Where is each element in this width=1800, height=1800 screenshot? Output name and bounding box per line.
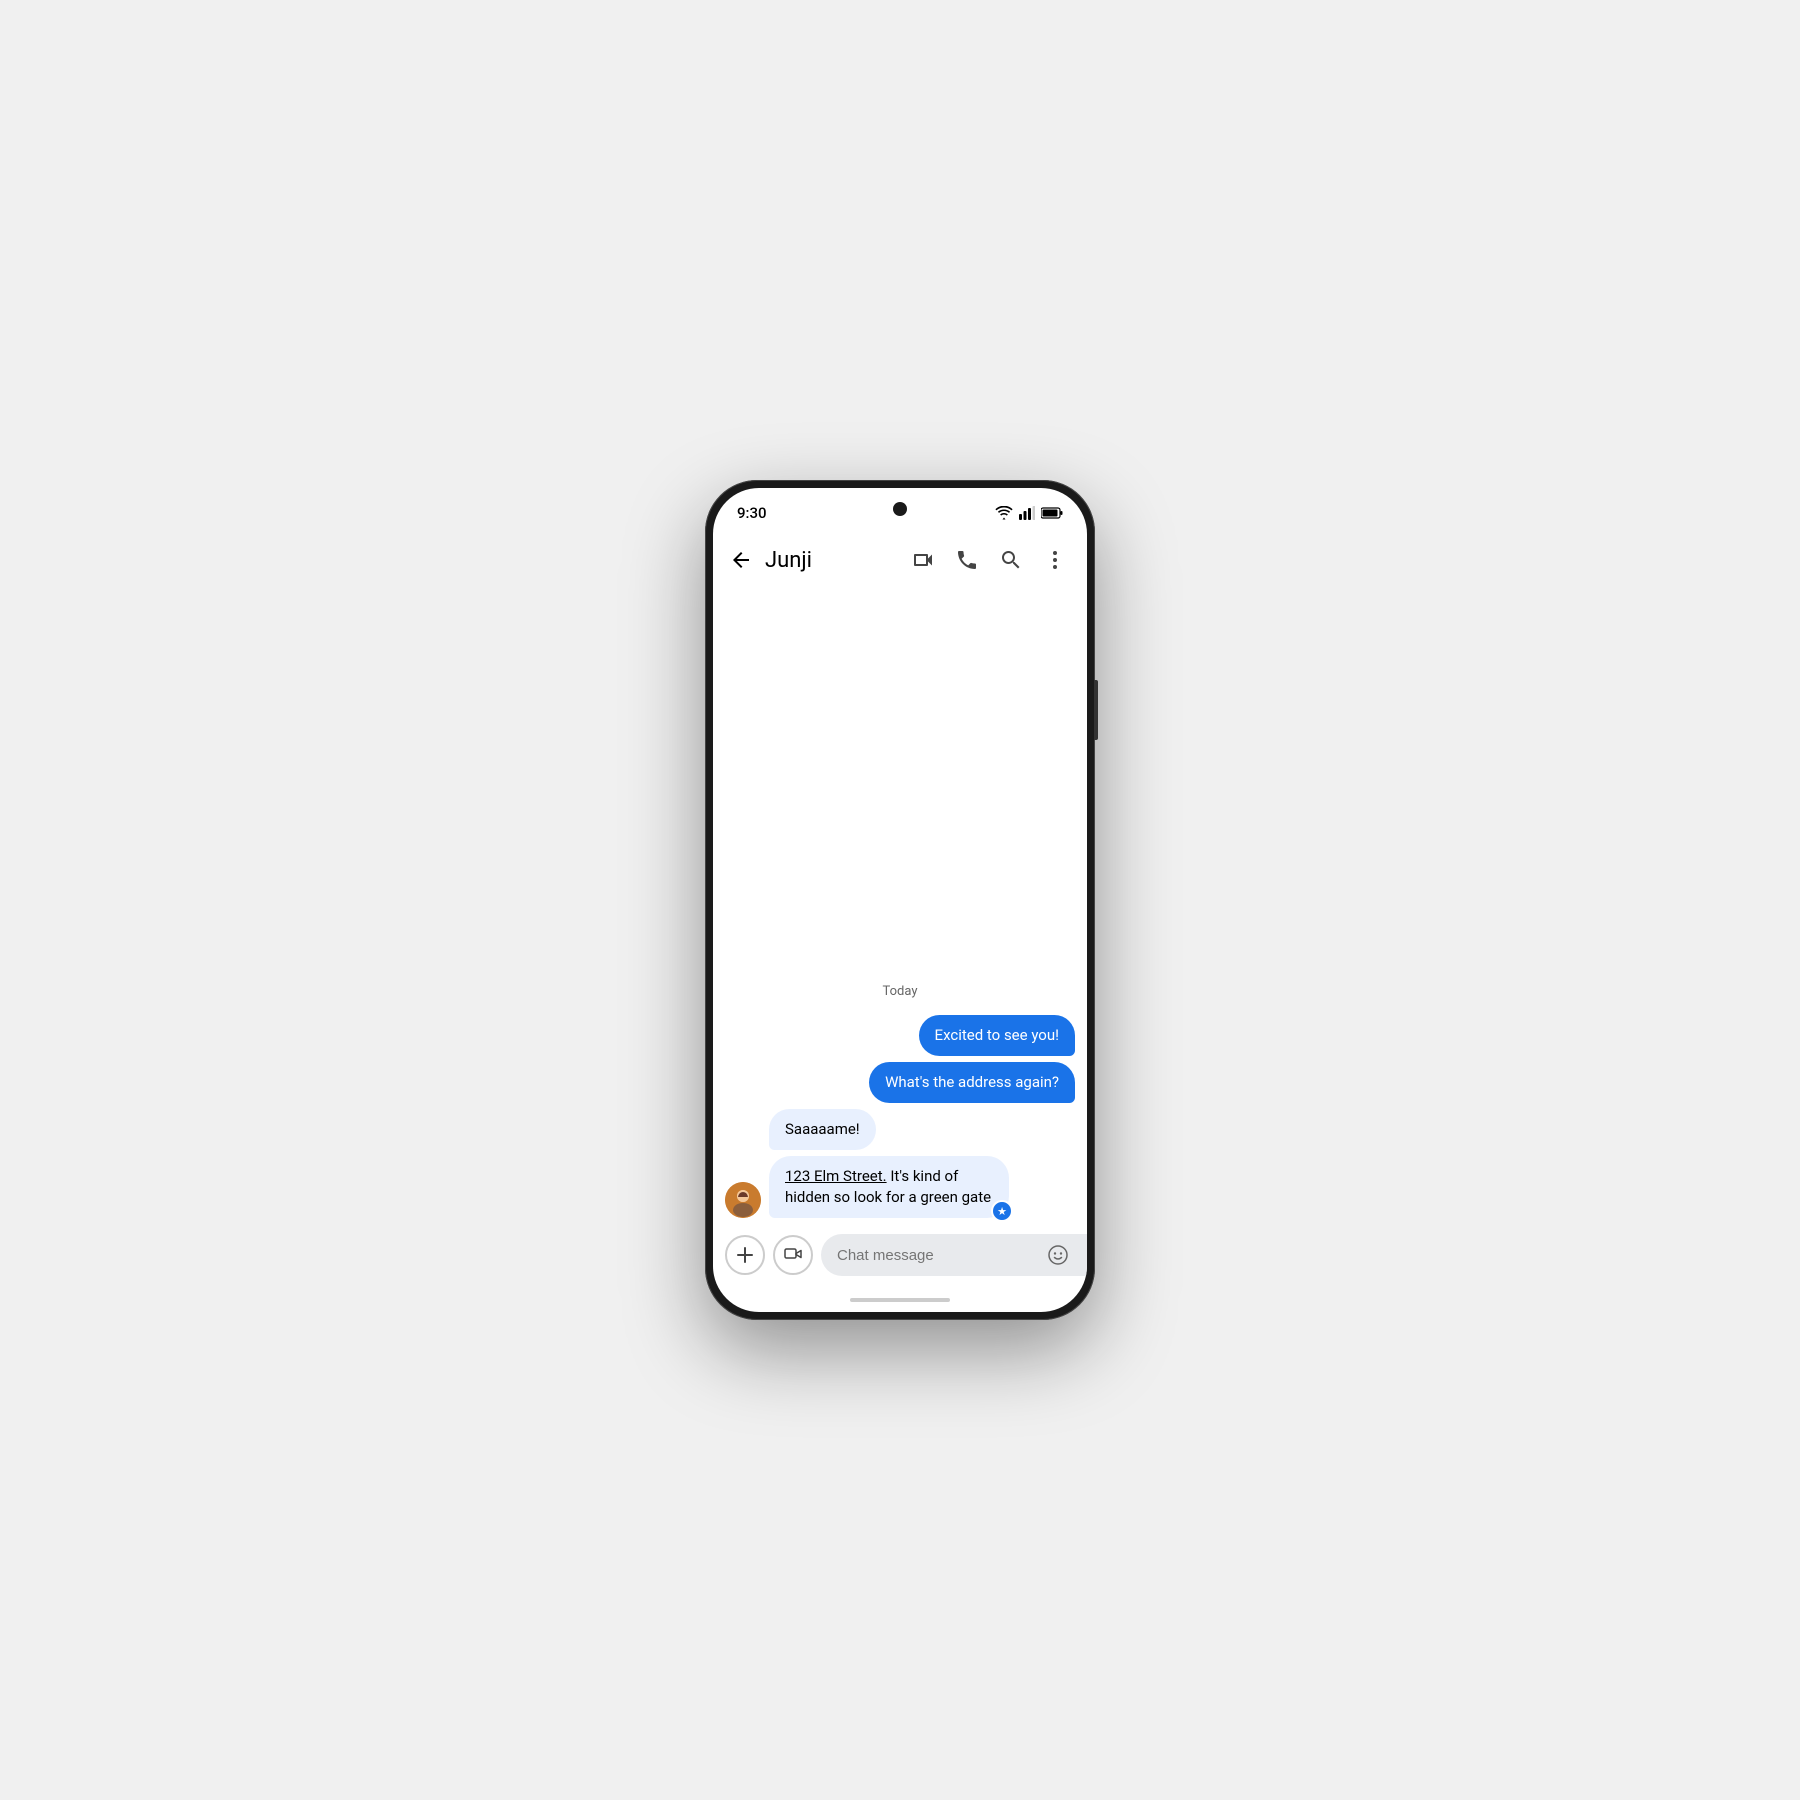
phone-screen: 9:30 — [713, 488, 1087, 1312]
message-address: 123 Elm Street. — [785, 1167, 887, 1185]
phone-call-button[interactable] — [947, 540, 987, 580]
media-icon — [783, 1245, 803, 1265]
search-icon — [999, 548, 1023, 572]
emoji-button[interactable] — [1040, 1237, 1076, 1273]
input-bar — [713, 1226, 1087, 1292]
media-button[interactable] — [773, 1235, 813, 1275]
wifi-icon — [995, 506, 1013, 520]
message-input[interactable] — [837, 1247, 1036, 1264]
add-button[interactable] — [725, 1235, 765, 1275]
avatar — [725, 1182, 761, 1218]
power-button — [1094, 680, 1098, 740]
message-row: What's the address again? — [725, 1062, 1075, 1103]
message-row: 123 Elm Street. It's kind of hidden so l… — [725, 1156, 1075, 1218]
message-bubble[interactable]: What's the address again? — [869, 1062, 1075, 1103]
home-bar — [850, 1298, 950, 1302]
messages-list: Excited to see you! What's the address a… — [725, 1015, 1075, 1226]
back-icon — [729, 548, 753, 572]
more-icon — [1043, 548, 1067, 572]
video-icon — [911, 548, 935, 572]
message-input-wrapper — [821, 1234, 1087, 1276]
phone-device: 9:30 — [705, 480, 1095, 1320]
message-bubble[interactable]: 123 Elm Street. It's kind of hidden so l… — [769, 1156, 1009, 1218]
home-indicator — [713, 1292, 1087, 1312]
message-text: Excited to see you! — [935, 1026, 1059, 1044]
avatar-image — [725, 1182, 761, 1218]
emoji-icon — [1047, 1244, 1069, 1266]
phone-icon — [955, 548, 979, 572]
message-row: Excited to see you! — [725, 1015, 1075, 1056]
status-icons — [995, 506, 1063, 520]
signal-icon — [1019, 506, 1035, 520]
message-text: Saaaaame! — [785, 1120, 860, 1138]
battery-icon — [1041, 507, 1063, 519]
back-button[interactable] — [721, 540, 761, 580]
message-bubble[interactable]: Saaaaame! — [769, 1109, 876, 1150]
star-badge[interactable]: ★ — [991, 1200, 1013, 1222]
contact-name: Junji — [765, 548, 903, 573]
message-text: What's the address again? — [885, 1073, 1059, 1091]
message-bubble[interactable]: Excited to see you! — [919, 1015, 1075, 1056]
status-time: 9:30 — [737, 504, 767, 522]
date-divider: Today — [725, 984, 1075, 999]
app-bar: Junji — [713, 532, 1087, 588]
search-button[interactable] — [991, 540, 1031, 580]
bubble-with-star-wrapper: 123 Elm Street. It's kind of hidden so l… — [769, 1156, 1009, 1218]
plus-icon — [735, 1245, 755, 1265]
video-call-button[interactable] — [903, 540, 943, 580]
more-options-button[interactable] — [1035, 540, 1075, 580]
mic-button[interactable] — [1080, 1237, 1087, 1273]
camera-notch — [893, 502, 907, 516]
messages-area: Today Excited to see you! What's the add… — [713, 588, 1087, 1226]
message-row: Saaaaame! — [725, 1109, 1075, 1150]
app-bar-actions — [903, 540, 1075, 580]
